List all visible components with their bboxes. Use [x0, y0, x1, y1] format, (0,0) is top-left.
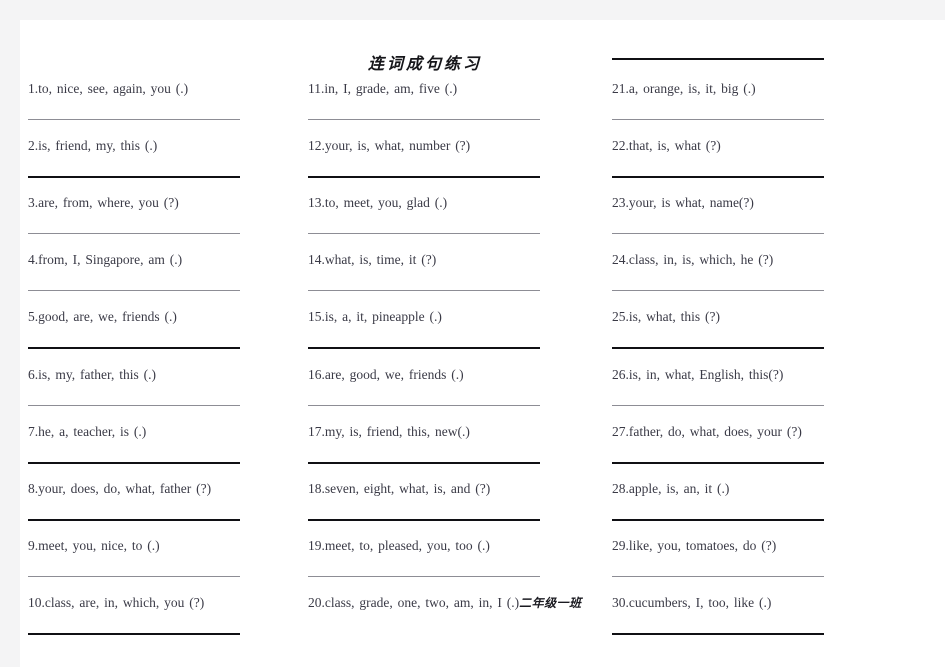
question-item: 20.class, grade, one, two, am, in, I (.)…	[308, 594, 582, 611]
class-annotation: 二年级一班	[519, 595, 582, 610]
question-text: 11.in, I, grade, am, five (.)	[308, 81, 458, 96]
question-item: 25.is, what, this (?)	[612, 309, 720, 325]
answer-rule	[612, 176, 824, 179]
question-item: 21.a, orange, is, it, big (.)	[612, 81, 756, 97]
question-text: 27.father, do, what, does, your (?)	[612, 423, 802, 439]
question-text: 22.that, is, what (?)	[612, 138, 721, 154]
question-item: 12.your, is, what, number (?)	[308, 138, 471, 154]
answer-rule	[308, 404, 540, 406]
question-text: 18.seven, eight, what, is, and (?)	[308, 480, 491, 496]
answer-rule	[612, 518, 824, 521]
answer-rule	[308, 461, 540, 464]
question-text: 17.my, is, friend, this, new(.)	[308, 423, 470, 439]
question-item: 28.apple, is, an, it (.)	[612, 480, 730, 497]
question-item: 29.like, you, tomatoes, do (?)	[612, 537, 777, 554]
answer-rule	[28, 404, 240, 406]
question-item: 14.what, is, time, it (?)	[308, 252, 437, 268]
question-item: 7.he, a, teacher, is (.)	[28, 423, 147, 440]
question-item: 30.cucumbers, I, too, like (.)	[612, 594, 772, 611]
question-text: 3.are, from, where, you (?)	[28, 195, 179, 211]
question-item: 26.is, in, what, English, this(?)	[612, 366, 784, 383]
question-text: 12.your, is, what, number (?)	[308, 138, 471, 154]
question-text: 23.your, is what, name(?)	[612, 195, 754, 211]
question-text: 26.is, in, what, English, this(?)	[612, 366, 784, 382]
question-item: 13.to, meet, you, glad (.)	[308, 195, 448, 211]
question-text: 8.your, does, do, what, father (?)	[28, 480, 212, 496]
question-item: 2.is, friend, my, this (.)	[28, 138, 158, 154]
question-text: 25.is, what, this (?)	[612, 309, 720, 325]
question-text: 13.to, meet, you, glad (.)	[308, 195, 448, 211]
answer-rule	[28, 461, 240, 464]
answer-rule	[28, 290, 240, 292]
page-title: 连词成句练习	[367, 54, 482, 73]
answer-rule	[28, 347, 240, 350]
answer-rule	[28, 119, 240, 120]
question-text: 20.class, grade, one, two, am, in, I (.)	[308, 594, 520, 610]
question-item: 15.is, a, it, pineapple (.)	[308, 309, 442, 325]
question-item: 17.my, is, friend, this, new(.)	[308, 423, 470, 440]
question-item: 9.meet, you, nice, to (.)	[28, 537, 160, 554]
question-item: 23.your, is what, name(?)	[612, 195, 754, 211]
answer-rule	[612, 575, 824, 577]
answer-rule	[612, 632, 824, 635]
question-item: 27.father, do, what, does, your (?)	[612, 423, 802, 440]
worksheet-page: 连词成句练习 1.to, nice, see, again, you (.) 2.…	[20, 20, 945, 667]
question-text: 2.is, friend, my, this (.)	[28, 138, 158, 154]
answer-rule	[308, 290, 540, 292]
question-item: 4.from, I, Singapore, am (.)	[28, 252, 183, 268]
question-text: 28.apple, is, an, it (.)	[612, 480, 730, 496]
answer-rule	[308, 575, 540, 577]
answer-rule	[28, 575, 240, 577]
answer-rule	[612, 461, 824, 464]
question-text: 1.to, nice, see, again, you (.)	[28, 81, 189, 96]
question-text: 10.class, are, in, which, you (?)	[28, 594, 205, 610]
answer-rule	[612, 119, 824, 120]
answer-rule	[612, 347, 824, 350]
question-text: 7.he, a, teacher, is (.)	[28, 423, 147, 439]
answer-rule	[308, 518, 540, 521]
question-item: 11.in, I, grade, am, five (.)	[308, 81, 458, 97]
question-item: 10.class, are, in, which, you (?)	[28, 594, 205, 611]
answer-rule	[308, 233, 540, 235]
answer-rule	[308, 347, 540, 350]
answer-rule	[308, 119, 540, 120]
question-text: 16.are, good, we, friends (.)	[308, 366, 464, 382]
question-item: 16.are, good, we, friends (.)	[308, 366, 464, 383]
question-text: 9.meet, you, nice, to (.)	[28, 537, 160, 553]
answer-rule	[28, 176, 240, 179]
answer-rule	[308, 176, 540, 179]
worksheet-sheet: 连词成句练习 1.to, nice, see, again, you (.) 2.…	[20, 20, 945, 667]
question-item: 8.your, does, do, what, father (?)	[28, 480, 212, 497]
question-text: 6.is, my, father, this (.)	[28, 366, 156, 382]
question-text: 4.from, I, Singapore, am (.)	[28, 252, 183, 268]
question-item: 22.that, is, what (?)	[612, 138, 721, 154]
question-item: 6.is, my, father, this (.)	[28, 366, 156, 383]
question-text: 30.cucumbers, I, too, like (.)	[612, 594, 772, 610]
answer-rule	[612, 233, 824, 235]
question-item: 18.seven, eight, what, is, and (?)	[308, 480, 491, 497]
question-text: 14.what, is, time, it (?)	[308, 252, 437, 268]
answer-rule	[28, 518, 240, 521]
answer-rule	[28, 632, 240, 635]
question-item: 3.are, from, where, you (?)	[28, 195, 179, 211]
answer-rule	[612, 404, 824, 406]
question-text: 24.class, in, is, which, he (?)	[612, 252, 774, 268]
question-item: 24.class, in, is, which, he (?)	[612, 252, 774, 268]
answer-rule	[612, 290, 824, 292]
question-item: 5.good, are, we, friends (.)	[28, 309, 177, 325]
answer-rule	[28, 233, 240, 235]
question-text: 15.is, a, it, pineapple (.)	[308, 309, 442, 325]
question-text: 21.a, orange, is, it, big (.)	[612, 81, 756, 96]
question-text: 29.like, you, tomatoes, do (?)	[612, 537, 777, 553]
question-item: 19.meet, to, pleased, you, too (.)	[308, 537, 490, 554]
question-item: 1.to, nice, see, again, you (.)	[28, 81, 189, 97]
question-text: 19.meet, to, pleased, you, too (.)	[308, 537, 490, 553]
question-text: 5.good, are, we, friends (.)	[28, 309, 177, 325]
answer-rule	[612, 58, 824, 60]
